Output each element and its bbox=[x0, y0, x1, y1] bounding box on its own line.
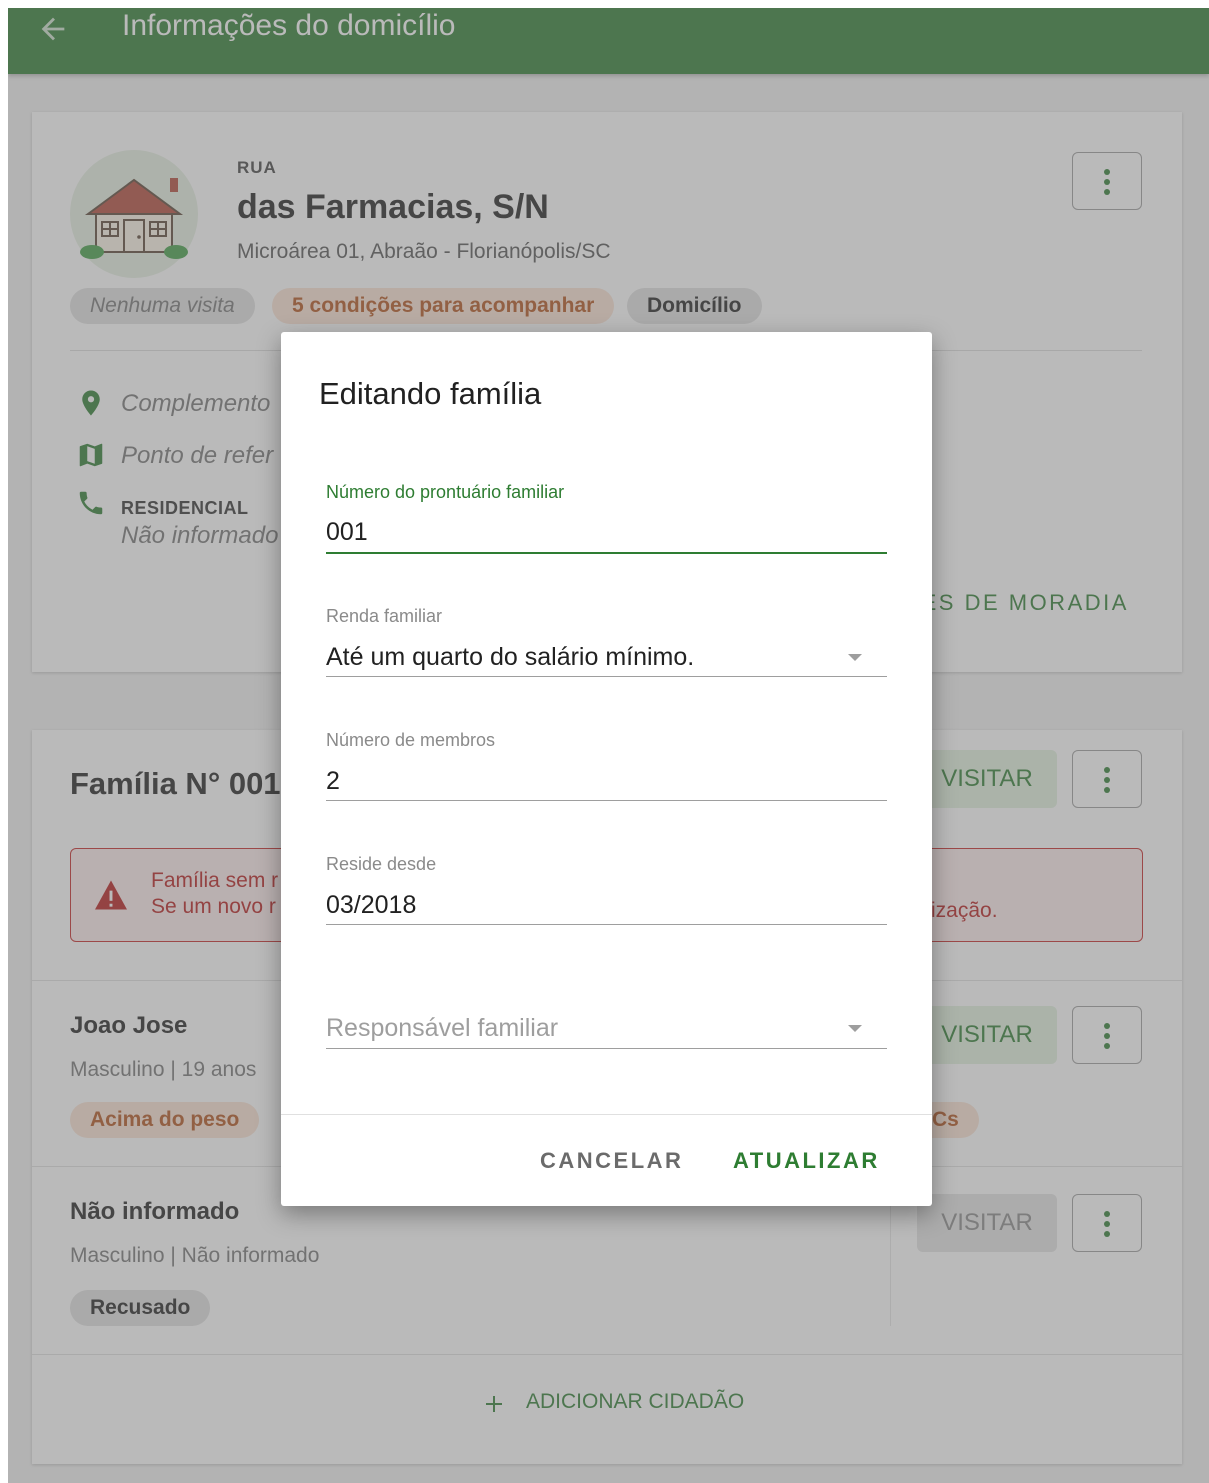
reside-label: Reside desde bbox=[326, 854, 437, 874]
cancel-button[interactable]: CANCELAR bbox=[540, 1148, 683, 1174]
prontuario-label: Número do prontuário familiar bbox=[326, 482, 565, 502]
renda-underline bbox=[326, 676, 887, 677]
update-button[interactable]: ATUALIZAR bbox=[733, 1148, 880, 1174]
edit-family-dialog: Editando família Número do prontuário fa… bbox=[281, 332, 932, 1206]
reside-input[interactable]: 03/2018 bbox=[326, 891, 416, 920]
renda-select[interactable]: Até um quarto do salário mínimo. bbox=[326, 643, 694, 672]
renda-label: Renda familiar bbox=[326, 606, 443, 626]
dialog-divider bbox=[281, 1114, 932, 1115]
responsavel-select[interactable]: Responsável familiar bbox=[326, 1014, 558, 1043]
prontuario-underline bbox=[326, 552, 887, 554]
reside-underline bbox=[326, 924, 887, 925]
prontuario-input[interactable]: 001 bbox=[326, 518, 368, 547]
membros-label: Número de membros bbox=[326, 730, 496, 750]
chevron-down-icon[interactable] bbox=[848, 1025, 862, 1032]
membros-underline bbox=[326, 800, 887, 801]
membros-input[interactable]: 2 bbox=[326, 767, 340, 796]
dialog-title: Editando família bbox=[319, 376, 542, 411]
responsavel-underline bbox=[326, 1048, 887, 1049]
chevron-down-icon[interactable] bbox=[848, 654, 862, 661]
